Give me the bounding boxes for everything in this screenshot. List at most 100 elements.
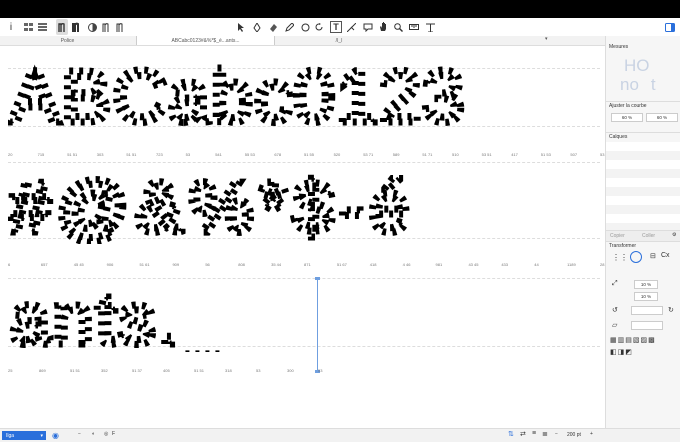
glyph-row-2-art: #@&%*$-é <box>7 165 413 252</box>
slant-icon[interactable]: ▱ <box>612 321 617 329</box>
text-direction-icon[interactable]: ⇄ <box>520 430 526 438</box>
minus-icon[interactable]: − <box>78 431 81 437</box>
cx-icon[interactable]: Cx <box>661 252 670 259</box>
tab-glyph-string[interactable]: ABCabc0123#&%*$_é...ants... <box>136 36 275 45</box>
boolean-icons[interactable]: ◧◨◩ <box>610 348 633 356</box>
glyph-row-3-art: ants._ <box>7 277 225 364</box>
ascender-line <box>8 278 600 279</box>
paste-button[interactable]: Coller <box>642 233 655 239</box>
ascender-line <box>8 162 600 163</box>
tab-slash-string[interactable]: /I_l <box>274 36 404 45</box>
metric-value: 53 <box>600 152 605 157</box>
metric-value: 657 <box>40 262 48 267</box>
metric-value: 44 <box>534 262 539 267</box>
fg-label[interactable]: F <box>112 431 115 437</box>
mesures-title: Mesures <box>609 44 629 50</box>
metric-value: 723 <box>156 152 163 157</box>
align-justify-icon[interactable]: ≣ <box>542 430 548 438</box>
metrics-numbers-row-2: 6 657 45 45 906 51 61 909 56 808 35 44 871 51 67 41… <box>8 262 604 268</box>
bottom-bar: Ilga ▾ ◉ − ◐ ◎ F ⇅ ⇄ ≡ ≣ − 200 pt + <box>0 428 680 442</box>
pointer-icon[interactable] <box>236 19 246 35</box>
glyph-n-bold-icon[interactable] <box>70 19 82 35</box>
metric-value: 906 <box>106 262 114 267</box>
metric-value: 589 <box>392 152 400 157</box>
gear-icon[interactable]: ⚙ <box>672 232 676 238</box>
copy-button[interactable]: Copier <box>610 233 625 239</box>
color-swatch-icon[interactable]: ◎ <box>104 431 108 437</box>
info-icon[interactable]: i <box>6 19 16 35</box>
scale-field-2[interactable]: 10 % <box>634 292 658 301</box>
inspector-sidebar: Mesures HO no t Ajuster la courbe 60 % 6… <box>605 36 680 428</box>
slant-field[interactable] <box>631 321 663 330</box>
ruler-icon[interactable] <box>408 19 420 35</box>
scale-icon[interactable]: ⤢ <box>612 280 618 288</box>
metric-value: 869 <box>39 368 46 373</box>
metric-value: 45 45 <box>73 262 84 267</box>
grid-icon[interactable]: ⋮⋮ <box>612 253 628 262</box>
align-icons[interactable]: ▦▥▤▧▨▩ <box>610 336 656 344</box>
measure-icon[interactable] <box>424 19 436 35</box>
eraser-icon[interactable] <box>268 19 278 35</box>
metric-value: 51 51 <box>70 368 81 373</box>
rotate-icon[interactable] <box>314 19 324 35</box>
glyph-canvas[interactable]: ABCabc0123 20 715 51 51 303 51 51 723 53 541 55 … <box>0 46 605 428</box>
metric-value: 53 <box>185 152 191 157</box>
hand-icon[interactable] <box>378 19 388 35</box>
zoom-out-icon[interactable]: − <box>555 431 558 437</box>
align-right-icon[interactable]: ≡ <box>532 430 536 437</box>
rotate-field[interactable] <box>631 306 663 315</box>
zoom-in-icon[interactable]: + <box>590 431 593 437</box>
metrics-numbers-row-1: 20 715 51 51 303 51 51 723 53 541 55 53 678 51 55 5… <box>8 152 604 158</box>
preview-glyph-ho: HO <box>624 56 650 75</box>
metric-value: 433 <box>501 262 509 267</box>
list-view-icon[interactable] <box>36 19 48 35</box>
metric-value: 51 51 <box>126 152 137 157</box>
metric-value: 20 <box>8 152 13 157</box>
circle-icon[interactable] <box>300 19 310 35</box>
rotate-left-icon[interactable]: ↺ <box>612 306 618 314</box>
metric-value: 405 <box>163 368 170 373</box>
main-toolbar: i T <box>0 18 680 37</box>
scale-field-1[interactable]: 10 % <box>634 280 658 289</box>
origin-icon[interactable] <box>630 251 642 263</box>
metric-value: 6 <box>8 262 11 267</box>
window-titlebar <box>0 0 680 18</box>
layer-select-value: Ilga <box>6 432 15 439</box>
metric-value: 53 <box>256 368 261 373</box>
metric-value: 352 <box>101 368 108 373</box>
pencil-icon[interactable] <box>284 19 294 35</box>
glyph-row-3: ants._ <box>7 277 600 364</box>
zoom-icon[interactable] <box>392 19 404 35</box>
zoom-label[interactable]: 200 pt <box>567 432 581 438</box>
metric-value: 43 45 <box>468 262 479 267</box>
contrast-icon[interactable]: ◐ <box>92 431 95 437</box>
compare-icon[interactable] <box>86 19 98 35</box>
courbe-field-1[interactable]: 60 % <box>611 113 643 122</box>
sidebar-toggle-icon[interactable] <box>664 19 676 35</box>
metric-value: 51 61 <box>139 262 150 267</box>
metric-value: 510 <box>452 152 459 157</box>
layer-select[interactable]: Ilga ▾ <box>2 431 46 440</box>
metric-value: 51 55 <box>304 152 315 157</box>
glyph-n-double-icon[interactable] <box>114 19 126 35</box>
metric-value: 715 <box>37 152 45 157</box>
metric-value: 56 <box>205 262 210 267</box>
courbe-field-2[interactable]: 60 % <box>646 113 678 122</box>
text-tool-icon[interactable]: T <box>330 19 342 35</box>
metric-value: 303 <box>96 152 104 157</box>
eye-icon[interactable]: ◉ <box>52 431 59 440</box>
pen-icon[interactable] <box>252 19 262 35</box>
calques-title: Calques <box>609 134 628 140</box>
metrics-toggle-icon[interactable]: ⇅ <box>508 430 514 438</box>
layers-list[interactable] <box>606 142 680 230</box>
glyph-n-icon[interactable] <box>56 19 68 35</box>
glyph-n-outline-icon[interactable] <box>100 19 112 35</box>
bubble-icon[interactable] <box>362 19 374 35</box>
rotate-right-icon[interactable]: ↻ <box>668 306 674 314</box>
mirror-icon[interactable]: ⊟ <box>650 252 656 260</box>
tab-police[interactable]: Police <box>0 36 135 45</box>
text-cursor-handle-top[interactable] <box>315 277 320 280</box>
knife-icon[interactable] <box>346 19 356 35</box>
grid-view-icon[interactable] <box>22 19 34 35</box>
tab-overflow-icon[interactable]: ▾ <box>545 36 548 42</box>
